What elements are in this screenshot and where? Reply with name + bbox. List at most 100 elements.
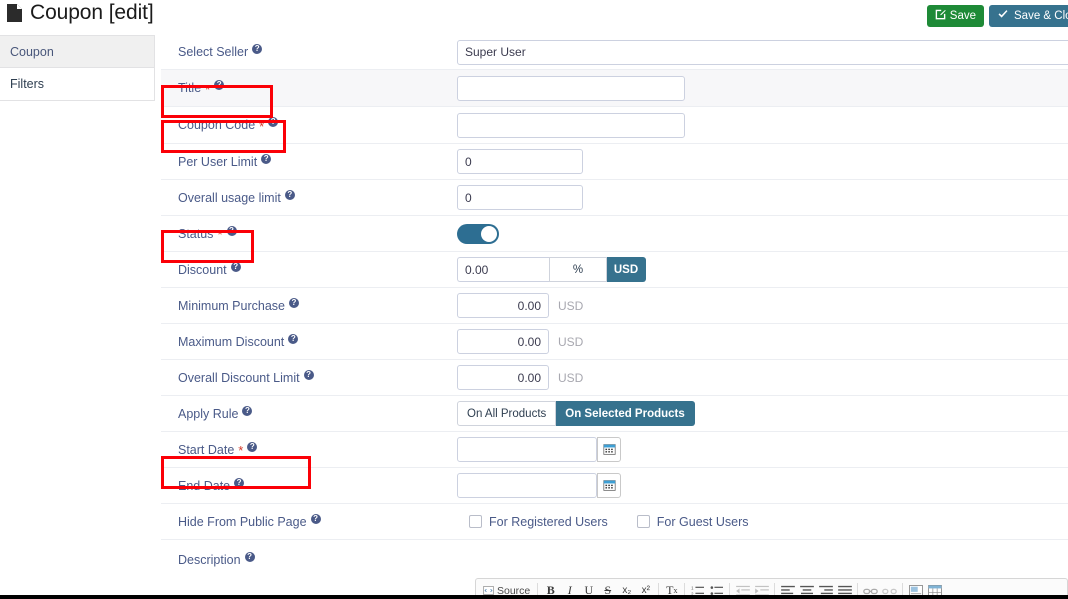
label-description: Description ? [161, 552, 457, 567]
form-row-discount: Discount ? % USD [161, 252, 1068, 288]
help-icon[interactable]: ? [226, 225, 237, 236]
label-discount: Discount ? [161, 261, 457, 277]
check-icon [997, 9, 1009, 23]
label-text: Description [178, 553, 241, 567]
field-select-seller [457, 39, 1068, 65]
svg-text:1: 1 [691, 585, 694, 590]
discount-unit-usd[interactable]: USD [607, 257, 646, 282]
select-seller-input[interactable] [457, 39, 1068, 65]
label-text: Maximum Discount [178, 334, 285, 349]
help-icon[interactable]: ? [284, 189, 295, 200]
help-icon[interactable]: ? [244, 552, 255, 562]
label-text: Per User Limit [178, 154, 258, 169]
toggle-knob [481, 225, 497, 242]
start-date-calendar-icon[interactable] [597, 437, 621, 462]
label-status: Status * ? [161, 225, 457, 241]
per-user-limit-input[interactable] [457, 149, 583, 174]
help-icon[interactable]: ? [303, 369, 314, 380]
form-row-title: Title * ? [161, 70, 1068, 107]
help-icon[interactable]: ? [234, 477, 245, 488]
maximum-discount-input[interactable] [457, 329, 549, 354]
field-per-user-limit [457, 149, 1068, 174]
start-date-input[interactable] [457, 437, 597, 462]
help-icon[interactable]: ? [252, 44, 263, 54]
sidebar-item-label: Coupon [10, 44, 54, 59]
label-text: Discount [178, 262, 227, 277]
checkbox-box[interactable] [636, 515, 650, 528]
minimum-purchase-input[interactable] [457, 293, 549, 318]
checkbox-for-guest-users[interactable]: For Guest Users [636, 514, 749, 529]
form-row-overall-discount-limit: Overall Discount Limit ? USD [161, 360, 1068, 396]
field-hide-from-public-page: For Registered Users For Guest Users [457, 515, 1068, 529]
form-row-hide-from-public-page: Hide From Public Page ? For Registered U… [161, 504, 1068, 540]
sidebar-tabs: Coupon Filters [0, 35, 155, 101]
label-hide-from-public-page: Hide From Public Page ? [161, 513, 457, 529]
discount-input[interactable] [457, 257, 549, 282]
field-start-date [457, 437, 1068, 462]
coupon-code-input[interactable] [457, 112, 685, 138]
label-text: Start Date [178, 442, 235, 457]
help-icon[interactable]: ? [288, 333, 299, 344]
unit-label: % [572, 263, 584, 276]
help-icon[interactable]: ? [310, 513, 321, 524]
field-apply-rule: On All Products On Selected Products [457, 401, 1068, 426]
field-overall-usage-limit [457, 185, 1068, 210]
end-date-calendar-icon[interactable] [597, 473, 621, 498]
help-icon[interactable]: ? [242, 405, 253, 416]
field-maximum-discount: USD [457, 329, 1068, 354]
overall-usage-limit-input[interactable] [457, 185, 583, 210]
form-row-status: Status * ? [161, 216, 1068, 252]
label-text: End Date [178, 478, 231, 493]
save-and-close-button[interactable]: Save & Clos [989, 5, 1068, 27]
required-marker: * [205, 81, 211, 97]
overall-discount-limit-input[interactable] [457, 365, 549, 390]
form-row-apply-rule: Apply Rule ? On All Products On Selected… [161, 396, 1068, 432]
help-icon[interactable]: ? [230, 261, 241, 272]
title-input[interactable] [457, 75, 685, 101]
label-apply-rule: Apply Rule ? [161, 405, 457, 421]
page-title: Coupon [edit] [6, 1, 154, 25]
sidebar-item-label: Filters [10, 77, 45, 91]
checkbox-for-registered-users[interactable]: For Registered Users [469, 515, 608, 529]
end-date-input[interactable] [457, 473, 597, 498]
help-icon[interactable]: ? [288, 297, 299, 308]
help-icon[interactable]: ? [268, 117, 279, 127]
checkbox-label: For Guest Users [656, 514, 749, 529]
discount-unit-percent[interactable]: % [549, 257, 607, 282]
option-label: On Selected Products [565, 407, 685, 420]
status-toggle[interactable] [457, 223, 499, 244]
page-header: Coupon [edit] Save Save & Clos [0, 0, 1068, 32]
edit-pencil-icon [935, 9, 946, 23]
field-coupon-code [457, 112, 1068, 138]
help-icon[interactable]: ? [214, 80, 225, 90]
form-row-minimum-purchase: Minimum Purchase ? USD [161, 288, 1068, 324]
form-row-start-date: Start Date * ? [161, 432, 1068, 468]
label-select-seller: Select Seller ? [161, 44, 457, 59]
sidebar-item-filters[interactable]: Filters [0, 68, 154, 100]
label-text: Hide From Public Page [178, 514, 307, 529]
apply-rule-group: On All Products On Selected Products [457, 401, 695, 426]
label-per-user-limit: Per User Limit ? [161, 153, 457, 169]
field-title [457, 75, 1068, 101]
help-icon[interactable]: ? [247, 441, 258, 452]
form-row-select-seller: Select Seller ? [161, 35, 1068, 70]
coupon-edit-page: Coupon [edit] Save Save & Clos Coupon [0, 0, 1068, 599]
minimum-purchase-unit: USD [558, 298, 584, 313]
form-row-maximum-discount: Maximum Discount ? USD [161, 324, 1068, 360]
checkbox-box[interactable] [469, 515, 482, 528]
label-minimum-purchase: Minimum Purchase ? [161, 297, 457, 313]
save-and-close-label: Save & Clos [1014, 10, 1068, 22]
field-status [457, 223, 1068, 244]
apply-rule-on-selected-products[interactable]: On Selected Products [556, 401, 695, 426]
help-icon[interactable]: ? [261, 153, 272, 164]
unit-label: USD [613, 263, 639, 276]
form-row-per-user-limit: Per User Limit ? [161, 144, 1068, 180]
overall-discount-limit-unit: USD [558, 370, 584, 385]
save-button[interactable]: Save [926, 5, 984, 27]
apply-rule-on-all-products[interactable]: On All Products [457, 401, 557, 426]
label-text: Select Seller [178, 45, 249, 59]
label-text: Status [178, 226, 214, 241]
sidebar-item-coupon[interactable]: Coupon [0, 36, 154, 68]
label-coupon-code: Coupon Code * ? [161, 117, 457, 133]
label-overall-usage-limit: Overall usage limit ? [161, 189, 457, 205]
